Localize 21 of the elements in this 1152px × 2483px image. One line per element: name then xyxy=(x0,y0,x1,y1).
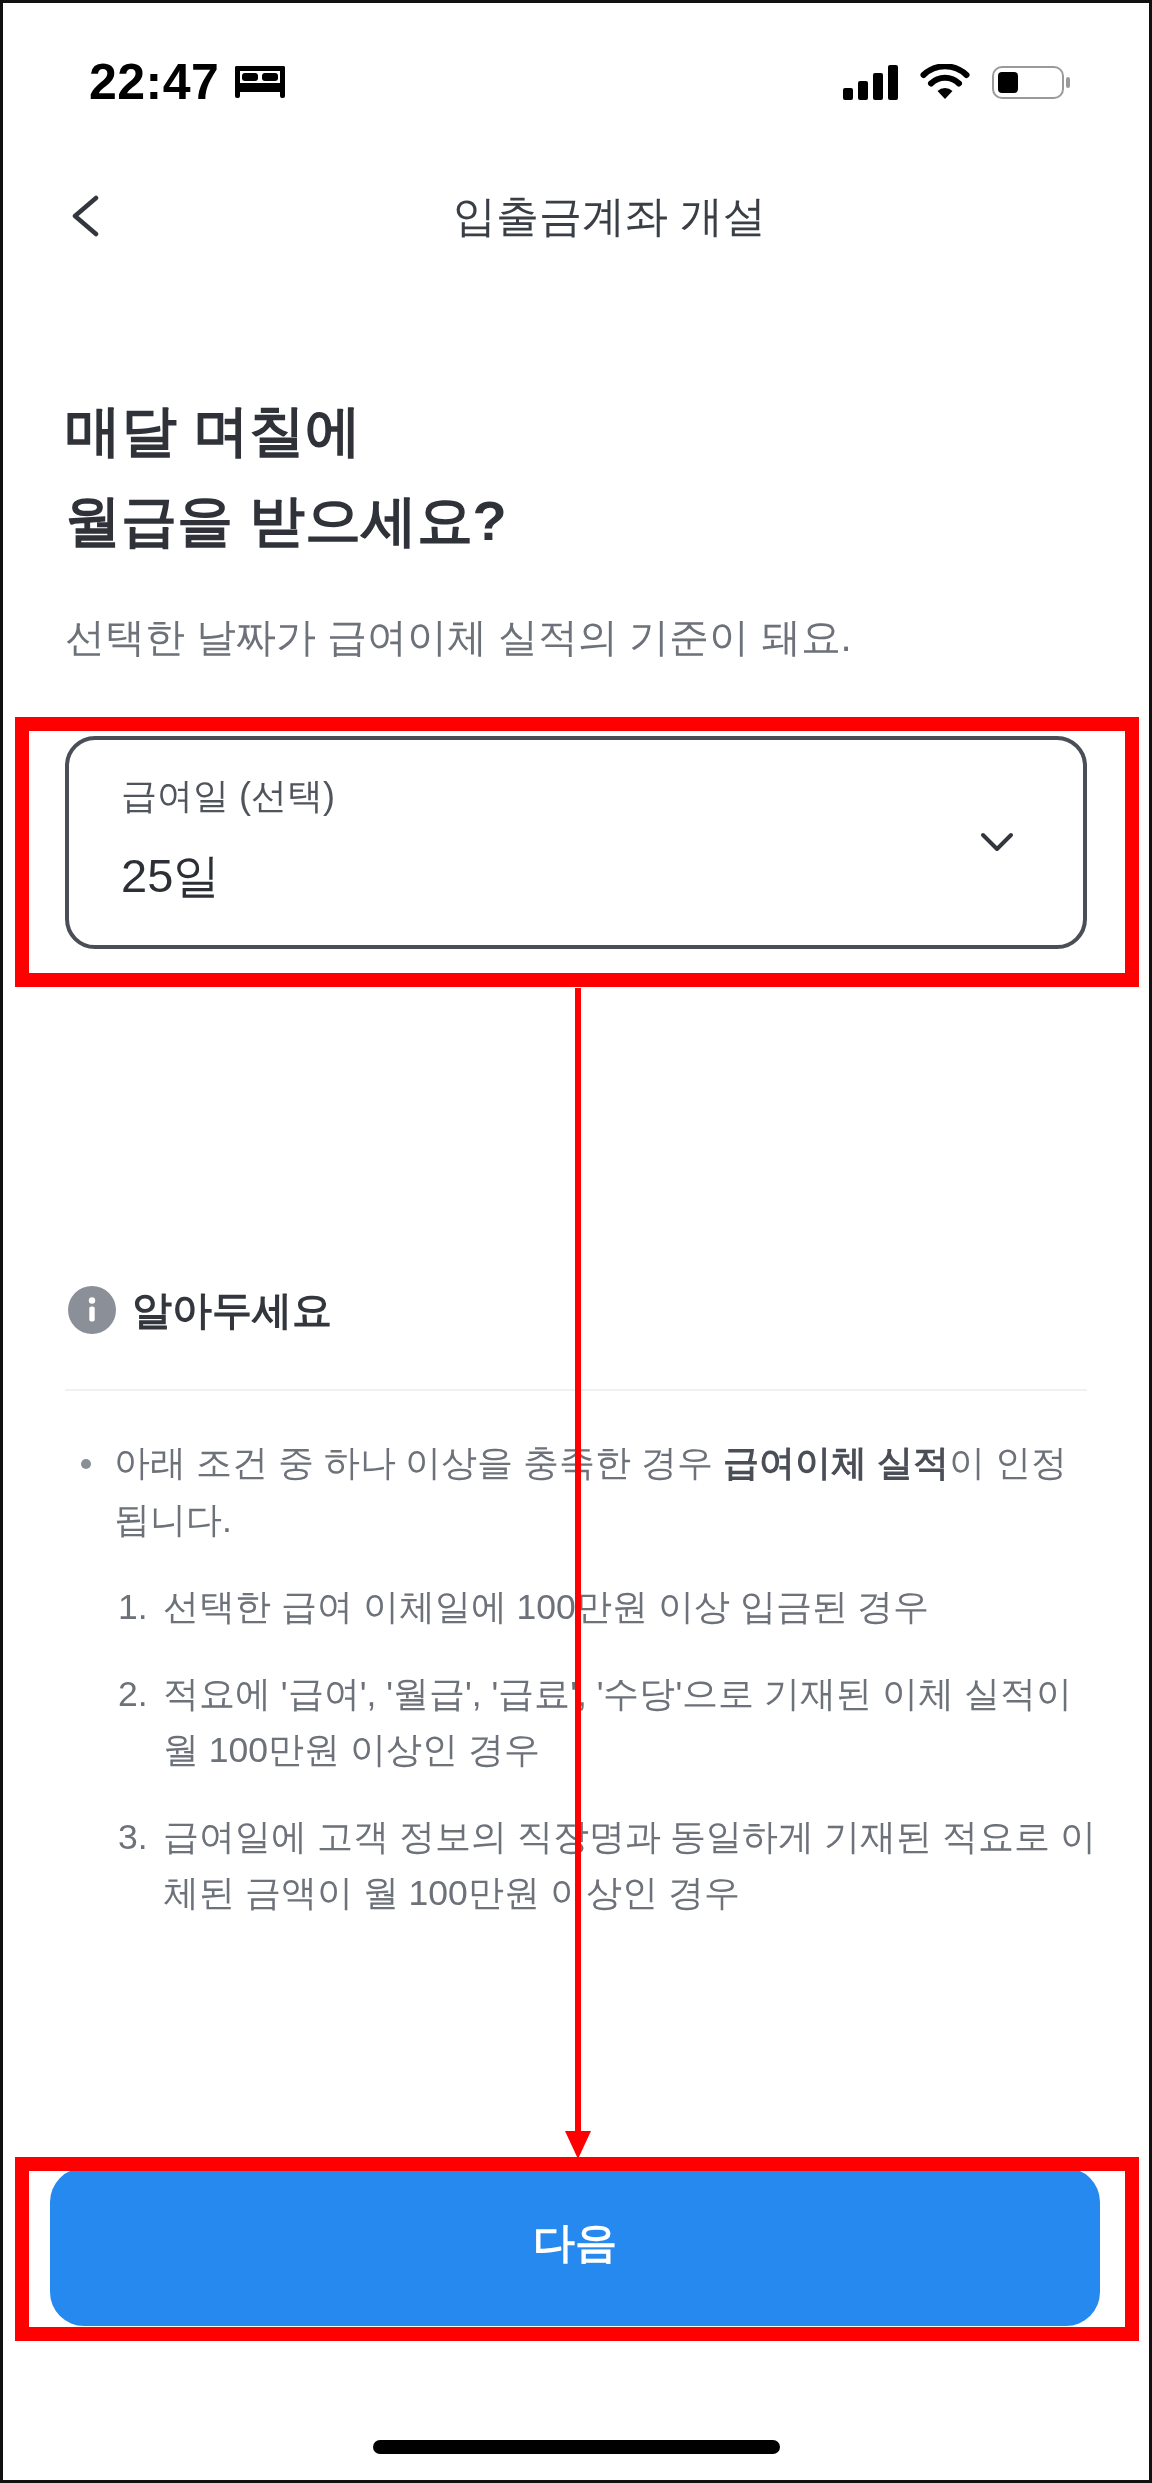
wifi-icon xyxy=(920,64,970,100)
notice-title: 알아두세요 xyxy=(132,1287,332,1334)
subtitle-text: 선택한 날짜가 급여이체 실적의 기준이 돼요. xyxy=(65,614,853,661)
payday-select[interactable]: 급여일 (선택) 25일 xyxy=(65,736,1087,949)
chevron-down-icon xyxy=(980,832,1014,853)
list-number: 2. xyxy=(118,1673,149,1716)
select-value: 25일 xyxy=(121,847,222,904)
list-number: 3. xyxy=(118,1816,149,1859)
signal-icon xyxy=(843,64,898,100)
next-button[interactable]: 다음 xyxy=(50,2168,1100,2326)
bed-icon xyxy=(235,66,286,98)
select-label: 급여일 (선택) xyxy=(121,773,335,818)
page-title: 입출금계좌 개설 xyxy=(453,191,766,242)
bullet-icon xyxy=(81,1459,91,1469)
question-heading: 매달 며칠에 월급을 받으세요? xyxy=(65,398,508,554)
back-icon xyxy=(70,195,100,237)
info-icon xyxy=(68,1286,116,1334)
battery-icon xyxy=(992,65,1071,99)
back-button[interactable] xyxy=(70,195,100,237)
list-number: 1. xyxy=(118,1586,149,1629)
status-time: 22:47 xyxy=(89,53,220,112)
